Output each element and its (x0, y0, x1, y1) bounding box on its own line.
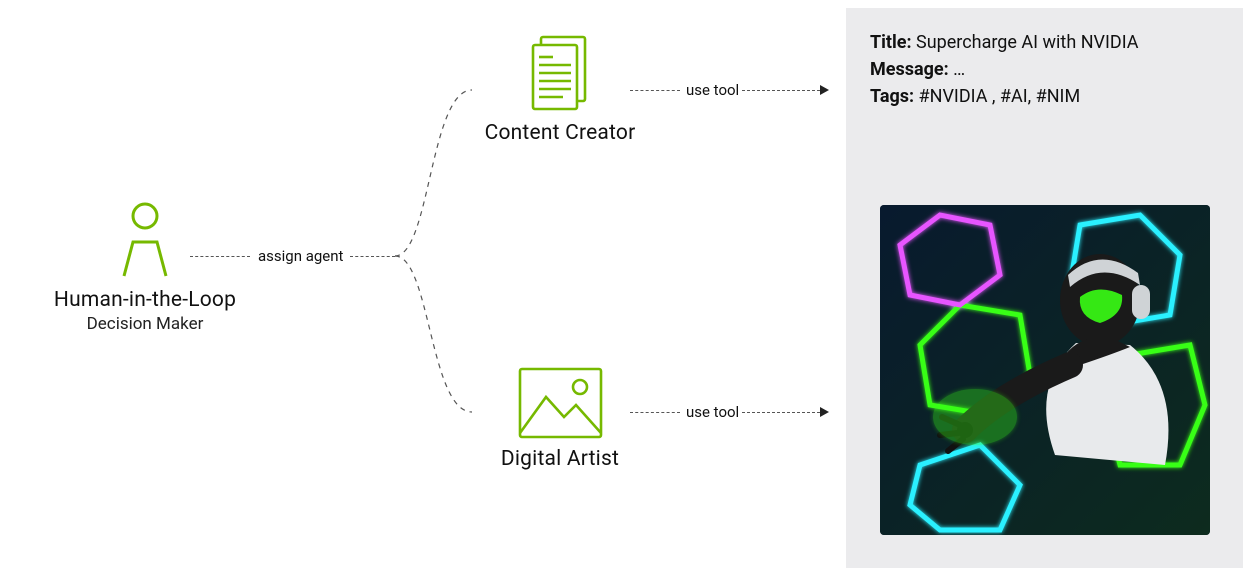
result-title-label: Title: (870, 32, 912, 53)
result-title-value: Supercharge AI with NVIDIA (916, 32, 1138, 53)
document-icon (527, 35, 593, 113)
edge-label-assign: assign agent (252, 247, 349, 265)
result-message-value: … (953, 59, 965, 80)
result-image (880, 205, 1210, 535)
node-digital-artist-title: Digital Artist (501, 447, 619, 471)
result-tags-value: #NVIDIA , #AI, #NIM (919, 86, 1081, 107)
edge-tool-bottom-left (630, 412, 680, 413)
result-message-label: Message: (870, 59, 949, 80)
result-message-line: Message: … (870, 59, 1219, 80)
node-human-subtitle: Decision Maker (87, 314, 204, 334)
edge-assign-right (350, 256, 395, 257)
result-title-line: Title: Supercharge AI with NVIDIA (870, 32, 1219, 53)
picture-icon (518, 367, 603, 439)
result-panel: Title: Supercharge AI with NVIDIA Messag… (846, 8, 1243, 568)
edge-assign-left (190, 256, 250, 257)
result-tags-label: Tags: (870, 86, 914, 107)
edge-tool-top-right (742, 90, 820, 91)
node-human-title: Human-in-the-Loop (54, 288, 236, 312)
edge-tool-top-left (630, 90, 680, 91)
result-tags-line: Tags: #NVIDIA , #AI, #NIM (870, 86, 1219, 107)
edge-tool-bottom-right (742, 412, 820, 413)
arrow-tool-bottom (820, 407, 829, 417)
node-human-in-the-loop: Human-in-the-Loop Decision Maker (35, 202, 255, 334)
person-icon (116, 202, 174, 280)
arrow-tool-top (820, 85, 829, 95)
edge-label-tool-top: use tool (680, 81, 745, 99)
node-content-creator-title: Content Creator (485, 121, 636, 145)
edge-label-tool-bottom: use tool (680, 403, 745, 421)
node-digital-artist: Digital Artist (465, 367, 655, 471)
